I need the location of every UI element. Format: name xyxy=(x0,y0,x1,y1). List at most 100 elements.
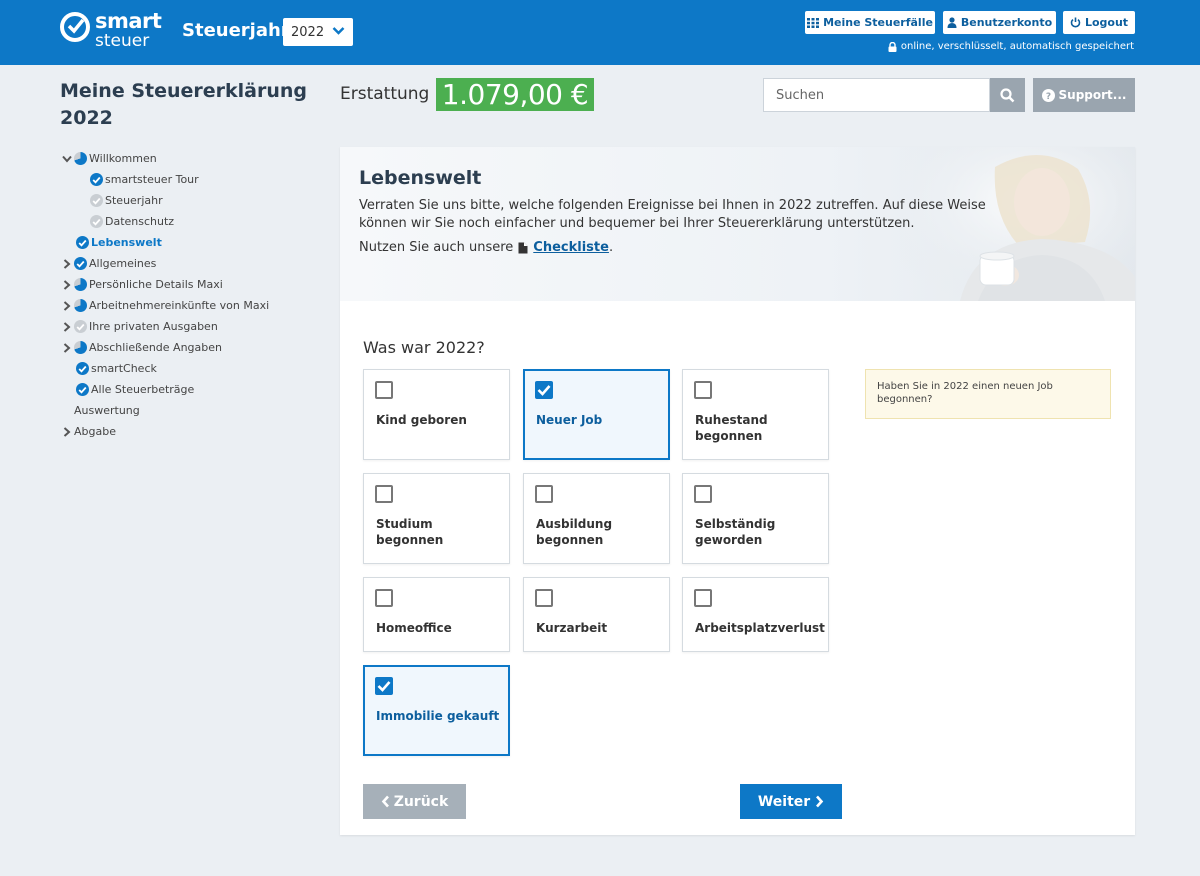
option-arbeitsplatzverlust[interactable]: Arbeitsplatzverlust xyxy=(682,577,829,652)
status-partial-icon xyxy=(74,341,87,354)
status-todo-icon xyxy=(90,215,103,228)
nav-item-private-ausgaben[interactable]: Ihre privaten Ausgaben xyxy=(60,316,330,337)
checkbox[interactable] xyxy=(694,381,712,399)
main-card: Lebenswelt Verraten Sie uns bitte, welch… xyxy=(340,147,1135,835)
option-label: Selbständig geworden xyxy=(695,517,776,547)
option-homeoffice[interactable]: Homeoffice xyxy=(363,577,510,652)
option-selbstaendig-geworden[interactable]: Selbständig geworden xyxy=(682,473,829,564)
nav-item-steuerjahr[interactable]: Steuerjahr xyxy=(60,190,330,211)
nav-item-label: Datenschutz xyxy=(105,215,175,228)
checkbox[interactable] xyxy=(535,485,553,503)
nav-item-allgemeines[interactable]: Allgemeines xyxy=(60,253,330,274)
nav-item-smartsteuer-tour[interactable]: smartsteuer Tour xyxy=(60,169,330,190)
checkbox-checked[interactable] xyxy=(375,677,393,695)
nav-item-abschliessende-angaben[interactable]: Abschließende Angaben xyxy=(60,337,330,358)
nav-item-label: Steuerjahr xyxy=(105,194,163,207)
lock-icon xyxy=(888,41,897,52)
checkbox[interactable] xyxy=(375,381,393,399)
question-label: Was war 2022? xyxy=(363,338,485,357)
option-kind-geboren[interactable]: Kind geboren xyxy=(363,369,510,460)
hint-suffix: . xyxy=(608,240,614,255)
status-done-icon xyxy=(74,257,87,270)
logout-label: Logout xyxy=(1084,16,1129,29)
chevron-left-icon xyxy=(381,795,389,808)
checkbox[interactable] xyxy=(694,485,712,503)
nav-item-datenschutz[interactable]: Datenschutz xyxy=(60,211,330,232)
nav-item-smartcheck[interactable]: smartCheck xyxy=(60,358,330,379)
option-label: Kurzarbeit xyxy=(536,621,608,635)
nav-item-persoenliche-details[interactable]: Persönliche Details Maxi xyxy=(60,274,330,295)
option-label: Ruhestand begonnen xyxy=(695,413,768,443)
logo-check-icon xyxy=(60,12,90,42)
chevron-right-icon[interactable] xyxy=(60,341,74,355)
checkbox[interactable] xyxy=(694,589,712,607)
user-account-button[interactable]: Benutzerkonto xyxy=(943,11,1056,34)
checklist-link[interactable]: Checkliste xyxy=(533,240,609,255)
nav-item-label: Alle Steuerbeträge xyxy=(91,383,195,396)
nav-item-willkommen[interactable]: Willkommen xyxy=(60,148,330,169)
chevron-right-icon[interactable] xyxy=(60,278,74,292)
search-icon xyxy=(1000,87,1015,102)
hint-prefix: Nutzen Sie auch unsere xyxy=(359,240,514,255)
chevron-right-icon[interactable] xyxy=(60,299,74,313)
nav-item-label: Abgabe xyxy=(74,425,116,438)
section-header: Lebenswelt Verraten Sie uns bitte, welch… xyxy=(340,147,1135,301)
page-title: Meine Steuererklärung 2022 xyxy=(60,80,308,129)
chevron-right-icon[interactable] xyxy=(60,257,74,271)
nav-item-label: Ihre privaten Ausgaben xyxy=(89,320,218,333)
status-done-icon xyxy=(76,236,89,249)
secure-notice-text: online, verschlüsselt, automatisch gespe… xyxy=(900,41,1134,52)
my-tax-cases-button[interactable]: Meine Steuerfälle xyxy=(805,11,935,34)
option-immobilie-gekauft[interactable]: Immobilie gekauft xyxy=(363,665,510,756)
nav-item-label: Arbeitnehmereinkünfte von Maxi xyxy=(89,299,270,312)
nav-item-arbeitnehmereinkuenfte[interactable]: Arbeitnehmereinkünfte von Maxi xyxy=(60,295,330,316)
checkbox[interactable] xyxy=(535,589,553,607)
option-label: Studium begonnen xyxy=(376,517,444,547)
next-button[interactable]: Weiter xyxy=(740,784,842,819)
chevron-right-icon[interactable] xyxy=(60,425,74,439)
logout-button[interactable]: Logout xyxy=(1063,11,1135,34)
search-button[interactable] xyxy=(990,78,1025,112)
nav-item-abgabe[interactable]: Abgabe xyxy=(60,421,330,442)
user-icon xyxy=(947,17,957,28)
my-tax-cases-label: Meine Steuerfälle xyxy=(823,16,933,29)
option-studium-begonnen[interactable]: Studium begonnen xyxy=(363,473,510,564)
nav-item-auswertung[interactable]: Auswertung xyxy=(60,400,330,421)
status-done-icon xyxy=(76,362,89,375)
option-ruhestand-begonnen[interactable]: Ruhestand begonnen xyxy=(682,369,829,460)
option-ausbildung-begonnen[interactable]: Ausbildung begonnen xyxy=(523,473,670,564)
status-partial-icon xyxy=(74,299,87,312)
next-label: Weiter xyxy=(757,793,811,810)
section-intro: Verraten Sie uns bitte, welche folgenden… xyxy=(359,198,986,231)
refund-label: Erstattung xyxy=(340,84,430,104)
option-label: Immobilie gekauft xyxy=(376,709,500,723)
back-button[interactable]: Zurück xyxy=(363,784,466,819)
checkbox[interactable] xyxy=(375,485,393,503)
chevron-down-icon xyxy=(332,27,345,35)
support-button[interactable]: ? Support... xyxy=(1033,78,1135,112)
nav-item-alle-steuerbetraege[interactable]: Alle Steuerbeträge xyxy=(60,379,330,400)
checkbox[interactable] xyxy=(375,589,393,607)
chevron-down-icon[interactable] xyxy=(60,152,74,166)
option-neuer-job[interactable]: Neuer Job xyxy=(523,369,670,460)
document-icon xyxy=(518,242,528,253)
option-label: Neuer Job xyxy=(536,413,603,427)
refund-amount: 1.079,00 € xyxy=(436,78,594,111)
option-kurzarbeit[interactable]: Kurzarbeit xyxy=(523,577,670,652)
logo-word-steuer: steuer xyxy=(95,31,150,51)
chevron-right-icon[interactable] xyxy=(60,320,74,334)
help-circle-icon: ? xyxy=(1041,88,1055,102)
taxyear-select[interactable]: 2022 xyxy=(283,18,353,46)
back-label: Zurück xyxy=(393,793,449,810)
checkbox-checked[interactable] xyxy=(535,381,553,399)
checkmark-icon xyxy=(377,681,391,692)
section-heading: Lebenswelt xyxy=(359,167,482,189)
navigation-tree: Willkommen smartsteuer Tour Steuerjahr D… xyxy=(60,148,330,442)
grid-icon xyxy=(807,17,820,28)
status-partial-icon xyxy=(74,278,87,291)
secure-notice: online, verschlüsselt, automatisch gespe… xyxy=(888,41,1134,52)
search-input[interactable] xyxy=(763,78,990,112)
smartsteuer-logo[interactable]: smart steuer xyxy=(60,9,162,54)
nav-item-lebenswelt[interactable]: Lebenswelt xyxy=(60,232,330,253)
power-icon xyxy=(1070,17,1081,28)
